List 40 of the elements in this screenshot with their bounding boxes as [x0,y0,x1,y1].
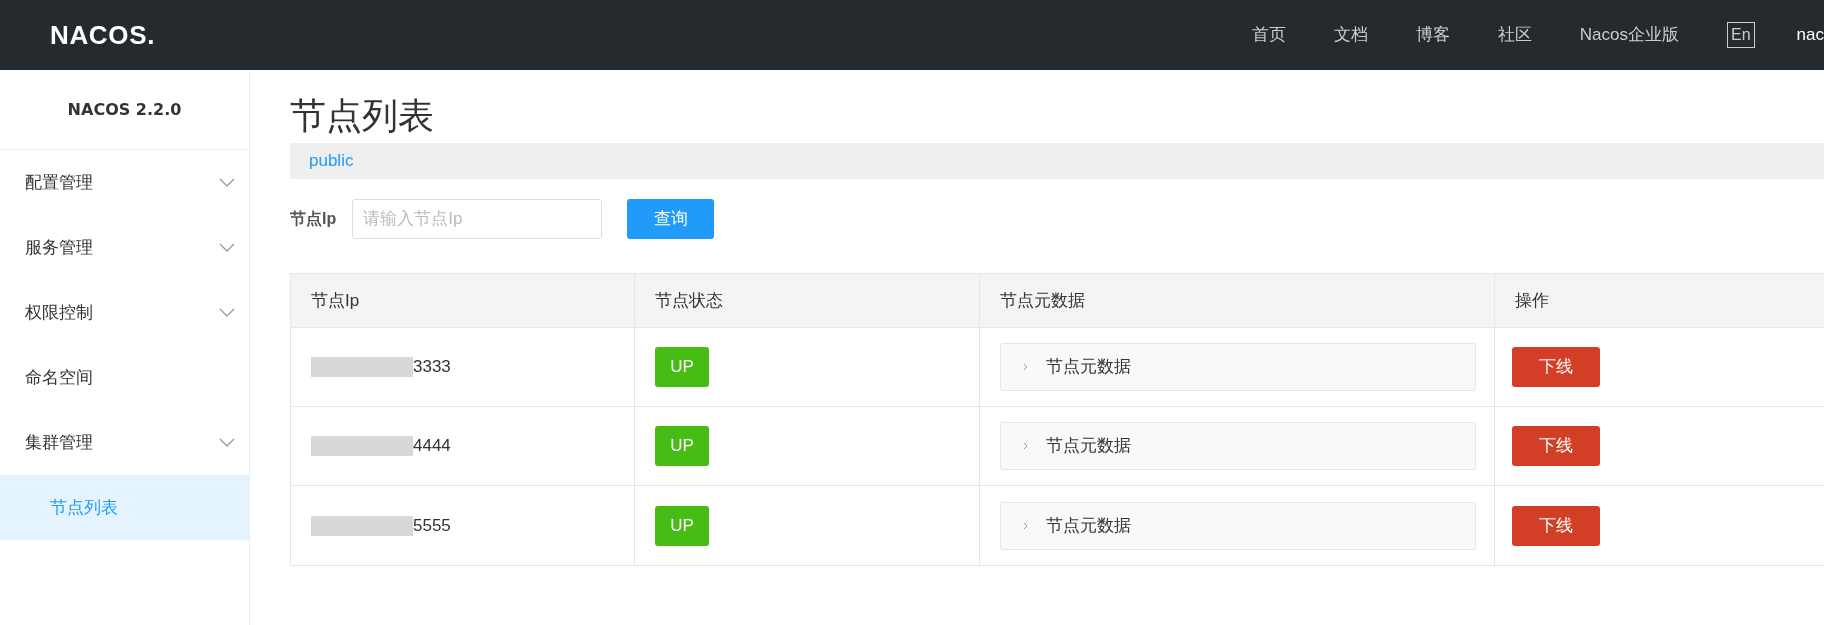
chevron-right-icon [1023,363,1028,371]
chevron-right-icon [1023,521,1028,530]
page-title: 节点列表 [290,94,435,138]
status-badge: UP [655,505,709,546]
nav-link[interactable]: 社区 [1497,22,1532,48]
sidebar-item[interactable]: 配置管理 [0,150,249,215]
status-badge: UP [655,347,709,387]
offline-button[interactable]: 下线 [1512,347,1600,387]
metadata-collapse-panel[interactable]: 节点元数据 [1000,501,1476,550]
column-header: 节点元数据 [1000,289,1085,312]
offline-button[interactable]: 下线 [1512,505,1600,546]
ip-port-text: 4444 [413,435,451,458]
nacos-logo[interactable]: NACOS. [50,15,156,55]
language-toggle[interactable]: En [1727,22,1755,48]
search-label: 节点Ip [290,209,337,229]
ip-input-field[interactable]: 请输入节点Ip [352,199,603,239]
chevron-down-icon [219,308,235,317]
version-label: NACOS 2.2.0 [67,98,182,121]
nav-link[interactable]: 文档 [1333,22,1368,48]
metadata-collapse-panel[interactable]: 节点元数据 [1000,422,1476,470]
column-header: 操作 [1515,289,1549,312]
username[interactable]: nac [1796,22,1824,48]
metadata-collapse-panel[interactable]: 节点元数据 [1000,343,1476,391]
nav-link[interactable]: 首页 [1251,22,1286,48]
ip-port-text: 3333 [413,356,451,379]
offline-button[interactable]: 下线 [1512,426,1600,466]
nav-link[interactable]: Nacos企业版 [1579,22,1679,48]
chevron-down-icon [219,178,235,187]
chevron-down-icon [219,438,235,447]
sidebar-item[interactable]: 权限控制 [0,280,249,345]
chevron-right-icon [1023,442,1028,450]
ip-port-text: 5555 [413,514,451,537]
column-header: 节点Ip [311,289,360,312]
sidebar-item[interactable]: 命名空间 [0,345,249,410]
sidebar-item[interactable]: 集群管理 [0,410,249,475]
status-badge: UP [655,426,709,466]
chevron-down-icon [219,243,235,252]
sidebar-item[interactable]: 服务管理 [0,215,249,280]
column-header: 节点状态 [655,289,723,312]
nav-link[interactable]: 博客 [1415,22,1450,48]
